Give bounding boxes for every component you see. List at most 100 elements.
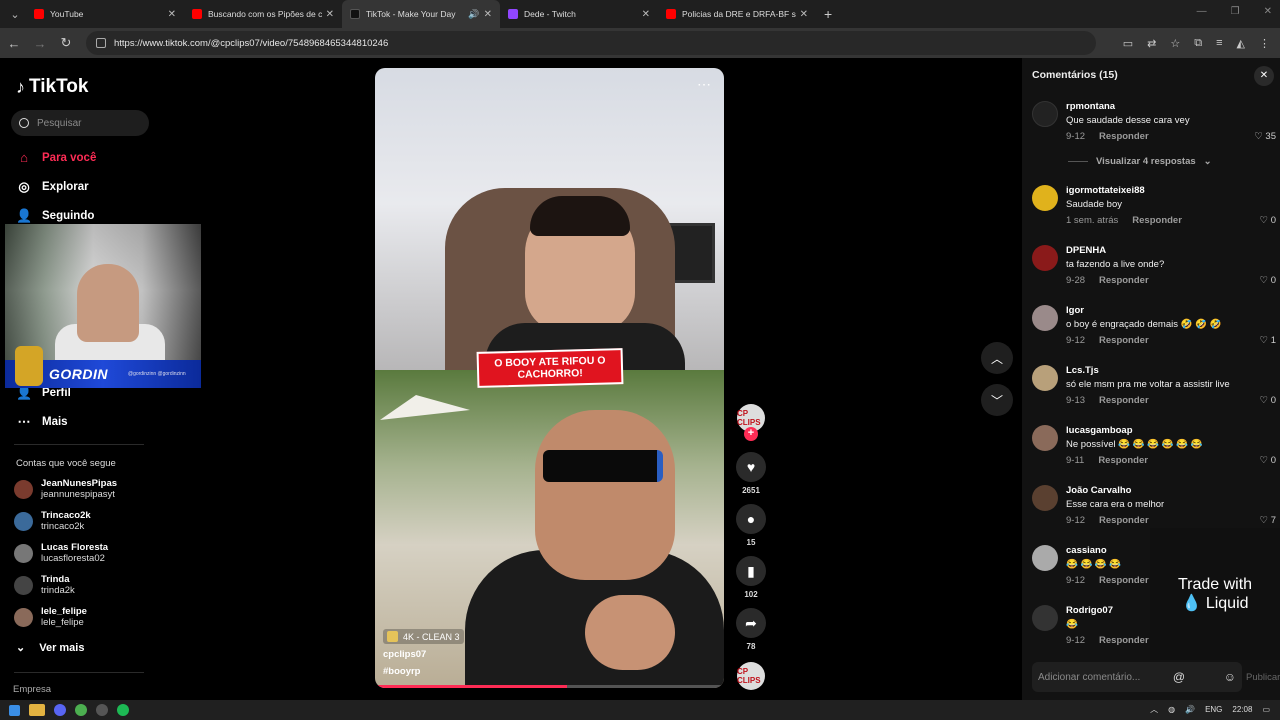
share-button[interactable]: ➦ 78	[734, 608, 768, 651]
tab-close-icon[interactable]: ✕	[642, 9, 650, 20]
profile-icon[interactable]: ◭	[1237, 37, 1245, 50]
nav-item-mais[interactable]: ⋯ Mais	[16, 414, 68, 430]
publish-button[interactable]: Publicar	[1246, 672, 1280, 683]
chrome-icon[interactable]	[75, 704, 87, 716]
bookmark-star-icon[interactable]: ☆	[1170, 37, 1180, 50]
nav-item-explorar[interactable]: ◎ Explorar	[16, 179, 88, 195]
next-video-button[interactable]: ﹀	[981, 384, 1013, 416]
following-item[interactable]: Lucas Floresta lucasfloresta02	[14, 542, 108, 564]
tab-close-icon[interactable]: ✕	[326, 9, 334, 20]
reply-button[interactable]: Responder	[1099, 131, 1149, 142]
avatar[interactable]	[1032, 485, 1058, 511]
comment-like-button[interactable]: ♡ 1	[1260, 335, 1276, 346]
browser-tab-policias[interactable]: Policias da DRE e DRFA-BF socc ✕	[658, 0, 816, 28]
spotify-icon[interactable]	[117, 704, 129, 716]
nav-item-seguindo[interactable]: 👤 Seguindo	[16, 208, 94, 224]
video-badge[interactable]: 4K - CLEAN 3	[383, 629, 464, 644]
comment-user[interactable]: Rodrigo07	[1066, 605, 1113, 616]
tab-close-icon[interactable]: ✕	[168, 9, 176, 20]
tiktok-logo[interactable]: ♪ TikTok	[16, 76, 88, 98]
extensions-icon[interactable]: ⧉	[1194, 37, 1202, 50]
reply-button[interactable]: Responder	[1098, 455, 1148, 466]
video-progress-bar[interactable]	[375, 685, 724, 688]
comment-like-button[interactable]: ♡ 0	[1260, 275, 1276, 286]
browser-tab-twitch[interactable]: Dede - Twitch ✕	[500, 0, 658, 28]
forward-arrow-icon[interactable]: →	[28, 36, 52, 51]
following-item[interactable]: Trinda trinda2k	[14, 574, 75, 596]
comment-user[interactable]: Lcs.Tjs	[1066, 365, 1099, 376]
comment-user[interactable]: DPENHA	[1066, 245, 1106, 256]
liquid-ad-overlay[interactable]: Trade with 💧 Liquid	[1150, 528, 1280, 660]
url-field[interactable]: https://www.tiktok.com/@cpclips07/video/…	[86, 31, 1096, 55]
view-replies-button[interactable]: Visualizar 4 respostas ⌄	[1068, 156, 1212, 167]
tab-close-icon[interactable]: ✕	[484, 9, 492, 20]
avatar[interactable]	[1032, 101, 1058, 127]
video-author[interactable]: cpclips07	[383, 649, 426, 660]
comment-user[interactable]: rpmontana	[1066, 101, 1115, 112]
search-input[interactable]: Pesquisar	[11, 110, 149, 136]
following-item[interactable]: Trincaco2k trincaco2k	[14, 510, 91, 532]
previous-video-button[interactable]: ︿	[981, 342, 1013, 374]
nav-item-para-voce[interactable]: ⌂ Para você	[16, 150, 96, 165]
translate-icon[interactable]: ⇄	[1147, 37, 1156, 50]
close-window-icon[interactable]: ✕	[1264, 6, 1272, 17]
comment-user[interactable]: João Carvalho	[1066, 485, 1131, 496]
reply-button[interactable]: Responder	[1099, 275, 1149, 286]
tab-close-icon[interactable]: ✕	[800, 9, 808, 20]
wifi-icon[interactable]: ◍	[1168, 705, 1175, 714]
volume-icon[interactable]: 🔊	[1185, 705, 1195, 714]
reply-button[interactable]: Responder	[1099, 335, 1149, 346]
comment-like-button[interactable]: ♡ 0	[1260, 395, 1276, 406]
more-options-icon[interactable]: ⋯	[697, 76, 712, 93]
comment-like-button[interactable]: ♡ 35	[1254, 131, 1276, 142]
browser-tab-pipoes[interactable]: Buscando com os Pipões de cin ✕	[184, 0, 342, 28]
emoji-icon[interactable]: ☺	[1224, 670, 1236, 684]
save-button[interactable]: ▮ 102	[734, 556, 768, 599]
avatar[interactable]	[1032, 545, 1058, 571]
following-item[interactable]: lele_felipe lele_felipe	[14, 606, 87, 628]
avatar[interactable]	[1032, 425, 1058, 451]
avatar[interactable]	[1032, 305, 1058, 331]
comment-button[interactable]: ● 15	[734, 504, 768, 547]
obs-icon[interactable]	[96, 704, 108, 716]
comment-like-button[interactable]: ♡ 0	[1260, 215, 1276, 226]
like-button[interactable]: ♥ 2651	[734, 452, 768, 495]
speaker-icon[interactable]: 🔊	[468, 9, 479, 20]
back-arrow-icon[interactable]: ←	[2, 36, 26, 51]
media-icon[interactable]: ≡	[1216, 37, 1222, 50]
avatar[interactable]	[1032, 245, 1058, 271]
browser-tab-tiktok[interactable]: TikTok - Make Your Day 🔊 ✕	[342, 0, 500, 28]
language-indicator[interactable]: ENG	[1205, 705, 1222, 714]
avatar[interactable]	[1032, 185, 1058, 211]
comment-like-button[interactable]: ♡ 7	[1260, 515, 1276, 526]
tray-chevron-icon[interactable]: ︿	[1150, 704, 1158, 715]
notification-icon[interactable]: ▭	[1262, 705, 1270, 714]
new-tab-button[interactable]: +	[824, 6, 832, 22]
clock[interactable]: 22:08	[1232, 705, 1252, 714]
minimize-icon[interactable]: —	[1197, 6, 1207, 17]
follow-plus-button[interactable]: +	[744, 427, 758, 441]
see-more-button[interactable]: ⌄ Ver mais	[16, 641, 84, 655]
discord-icon[interactable]	[54, 704, 66, 716]
comment-user[interactable]: lucasgamboap	[1066, 425, 1133, 436]
comment-input[interactable]: Adicionar comentário... @ ☺	[1032, 662, 1242, 692]
windows-start-icon[interactable]	[9, 704, 20, 716]
avatar[interactable]	[1032, 605, 1058, 631]
avatar[interactable]	[1032, 365, 1058, 391]
reload-icon[interactable]: ↻	[54, 35, 78, 51]
close-comments-button[interactable]: ✕	[1254, 66, 1274, 86]
comment-like-button[interactable]: ♡ 0	[1260, 455, 1276, 466]
cast-icon[interactable]: ▭	[1123, 37, 1133, 50]
comment-user[interactable]: igormottateixei88	[1066, 185, 1145, 196]
site-info-icon[interactable]	[96, 38, 106, 48]
comment-user[interactable]: Igor	[1066, 305, 1084, 316]
restore-icon[interactable]: ❐	[1231, 6, 1240, 17]
following-item[interactable]: JeanNunesPipas jeannunespipasyt	[14, 478, 117, 500]
mention-icon[interactable]: @	[1173, 670, 1185, 684]
reply-button[interactable]: Responder	[1132, 215, 1182, 226]
file-explorer-icon[interactable]	[29, 704, 45, 716]
reply-button[interactable]: Responder	[1099, 515, 1149, 526]
menu-icon[interactable]: ⋮	[1259, 37, 1270, 50]
video-hashtag[interactable]: #booyrp	[383, 666, 420, 677]
sound-disc[interactable]: CP CLIPS	[737, 662, 765, 690]
